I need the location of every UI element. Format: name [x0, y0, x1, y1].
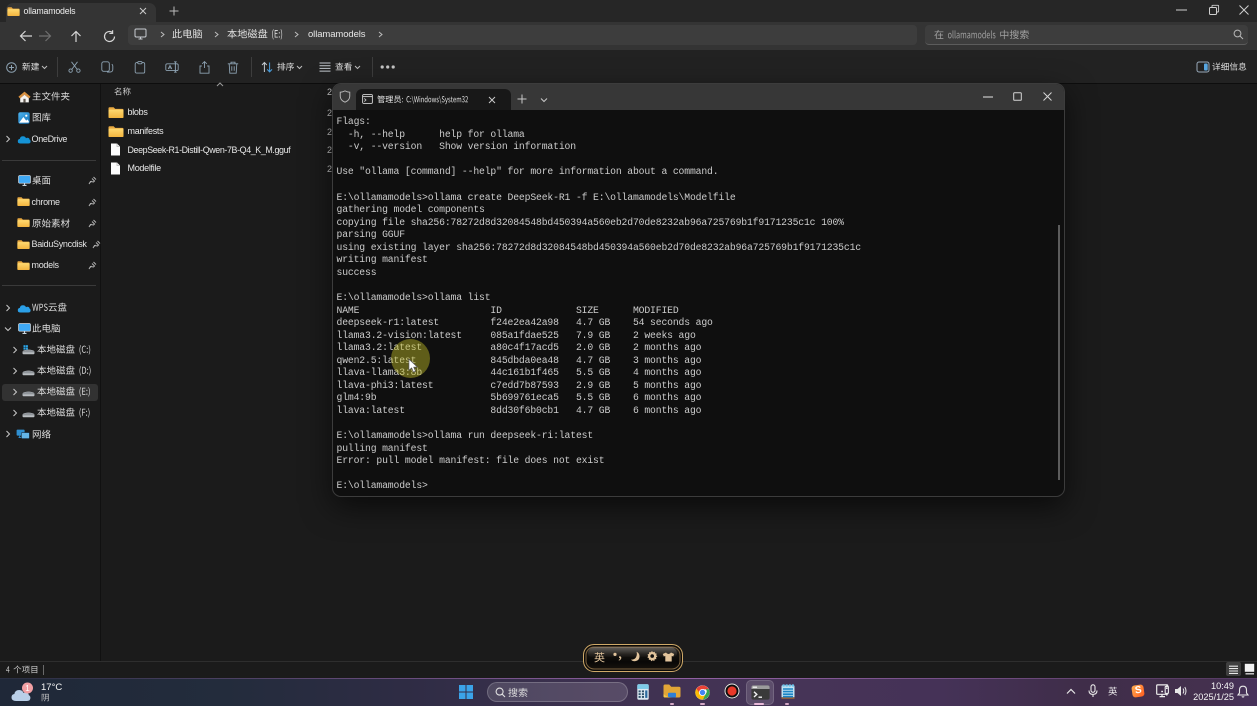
- svg-text:1: 1: [25, 684, 30, 693]
